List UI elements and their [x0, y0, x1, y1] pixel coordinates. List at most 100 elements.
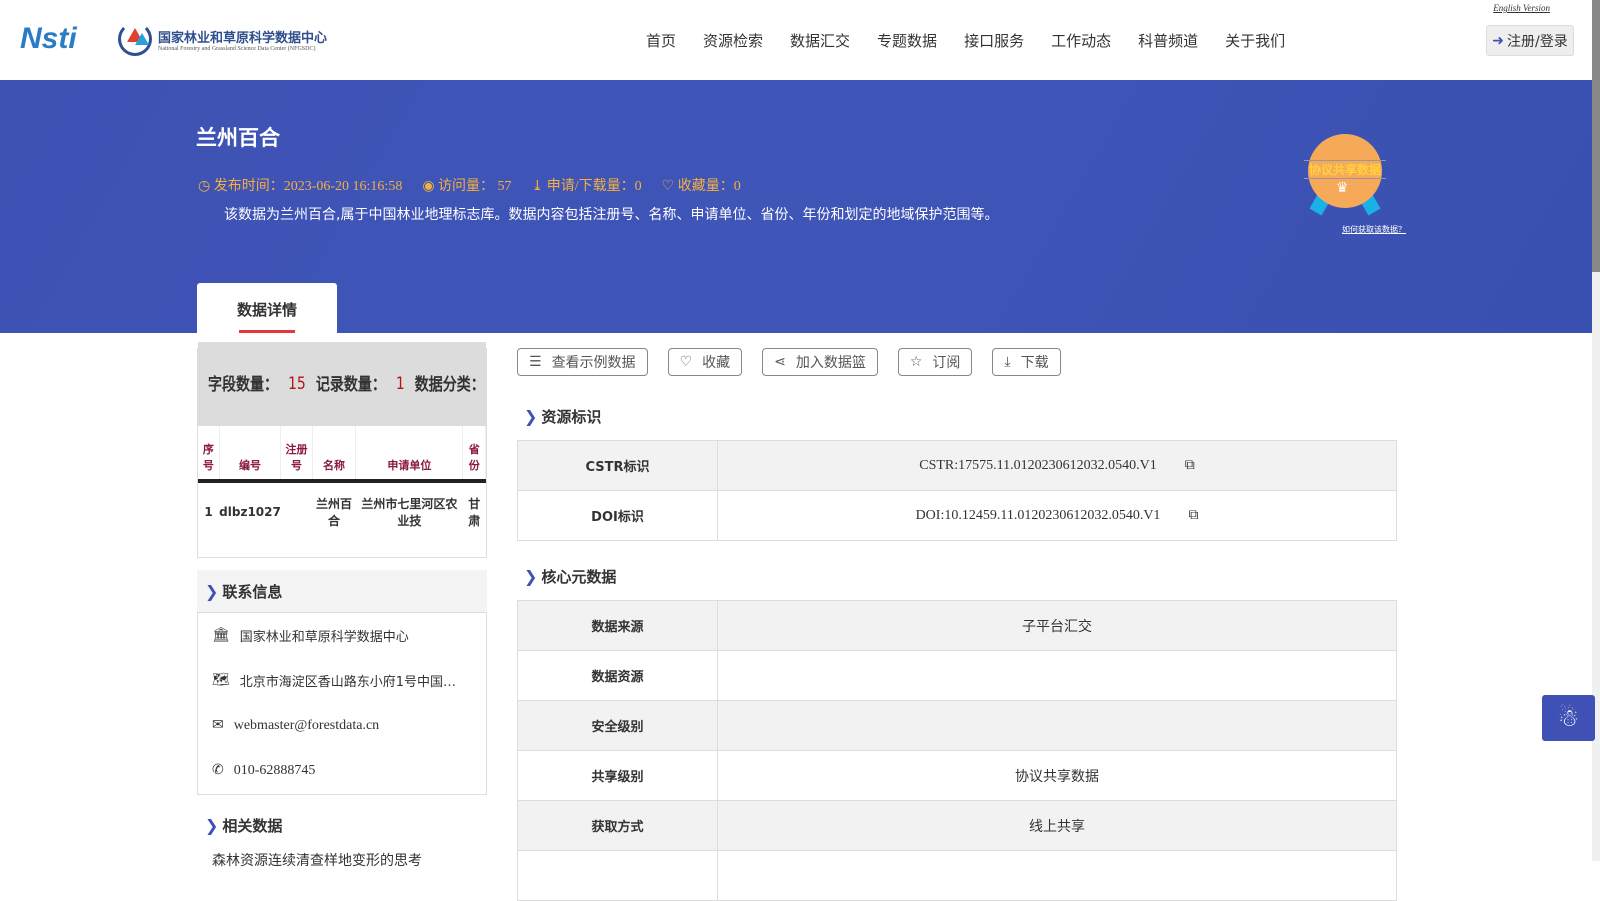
nav-submit[interactable]: 数据汇交 — [790, 30, 850, 51]
cell — [281, 481, 312, 541]
col-header: 名称 — [312, 419, 357, 483]
visits: ◉ 访问量： 57 — [422, 175, 511, 195]
dataset-banner: 兰州百合 ◷ 发布时间：2023-06-20 16:16:58 ◉ 访问量： 5… — [0, 80, 1592, 333]
data-preview-image: 字段数量： 15 记录数量： 1 数据分类： 序号 编号 注册号 名称 申请单位 省份 1 dl… — [197, 342, 487, 558]
badge-label: 协议共享数据 — [1304, 160, 1386, 179]
english-version-link[interactable]: English Version — [1493, 3, 1550, 13]
phone-icon: ✆ — [212, 763, 224, 778]
heart-icon: ♡ — [661, 179, 678, 194]
subscribe-button[interactable]: ☆ 订阅 — [897, 348, 973, 376]
nav-news[interactable]: 工作动态 — [1051, 30, 1111, 51]
cell: 兰州百合 — [316, 497, 353, 528]
contact-title: 联系信息 — [222, 582, 283, 601]
dataset-description: 该数据为兰州百合,属于中国林业地理标志库。数据内容包括注册号、名称、申请单位、省… — [224, 207, 999, 223]
org-name-en: National Forestry and Grassland Science … — [158, 45, 316, 52]
identity-table: CSTR标识 CSTR:17575.11.0120230612032.0540.V… — [517, 440, 1397, 541]
nav-api[interactable]: 接口服务 — [964, 30, 1024, 51]
table-row: 安全级别 — [517, 700, 1397, 751]
action-bar: ☰ 查看示例数据 ♡ 收藏 ⋖ 加入数据篮 ☆ 订阅 ⤓ 下载 — [517, 348, 1061, 376]
login-button[interactable]: ➜ 注册/登录 — [1486, 25, 1574, 56]
col-header: 注册号 — [280, 419, 313, 483]
download-icon: ⤓ — [531, 179, 547, 194]
favorites-text: 收藏量：0 — [677, 179, 741, 194]
identity-heading: ❯ 资源标识 — [524, 406, 601, 427]
table-row: CSTR标识 CSTR:17575.11.0120230612032.0540.V… — [517, 440, 1397, 491]
download-button[interactable]: ⤓ 下载 — [992, 348, 1061, 376]
chevron-right-icon: ❯ — [205, 581, 219, 601]
downloads: ⤓ 申请/下载量：0 — [532, 175, 642, 195]
cell: 甘肃 — [468, 497, 481, 528]
envelope-icon: ✉ — [212, 718, 224, 733]
contact-info: 🏛 国家林业和草原科学数据中心 🗺 北京市海淀区香山路东小府1号中国… ✉ webma… — [197, 612, 487, 795]
header: Nsti 国家林业和草原科学数据中心 National Forestry and… — [0, 0, 1592, 80]
col-header: 序号 — [198, 419, 220, 483]
nav-topics[interactable]: 专题数据 — [877, 30, 937, 51]
field-count: 15 — [288, 374, 306, 394]
value-cell: 线上共享 — [717, 800, 1397, 851]
key-cell: 安全级别 — [517, 700, 718, 751]
table-row: 共享级别 协议共享数据 — [517, 750, 1397, 801]
value-cell — [717, 650, 1397, 701]
contact-address: 🗺 北京市海淀区香山路东小府1号中国… — [198, 658, 486, 703]
subscribe-label: 订阅 — [932, 355, 961, 371]
value-cell: DOI:10.12459.11.0120230612032.0540.V1 ⧉ — [717, 490, 1397, 541]
share-badge: 协议共享数据 ♛ — [1304, 134, 1386, 216]
scrollbar-thumb[interactable] — [1592, 0, 1600, 272]
email-text[interactable]: webmaster@forestdata.cn — [234, 718, 379, 734]
sign-in-icon: ➜ — [1492, 32, 1504, 49]
table-row: 获取方式 线上共享 — [517, 800, 1397, 851]
qq-chat-button[interactable]: ☃ — [1542, 695, 1595, 741]
nav-science[interactable]: 科普频道 — [1138, 30, 1198, 51]
downloads-text: 申请/下载量：0 — [546, 179, 642, 194]
core-title: 核心元数据 — [541, 568, 617, 586]
key-cell: DOI标识 — [517, 490, 718, 541]
related-item[interactable]: 森林资源连续清查样地变形的思考 — [212, 850, 422, 870]
tab-data-details[interactable]: 数据详情 — [197, 283, 337, 333]
key-cell: 数据来源 — [517, 600, 718, 651]
nav-about[interactable]: 关于我们 — [1225, 30, 1285, 51]
field-count-label: 字段数量： — [208, 375, 278, 395]
nfgsdc-logo[interactable]: 国家林业和草原科学数据中心 National Forestry and Gras… — [118, 22, 327, 56]
clock-icon: ◷ — [198, 179, 214, 194]
core-metadata-table: 数据来源 子平台汇交 数据资源 安全级别 共享级别 协议共享数据 获取方式 线上共享 — [517, 600, 1397, 901]
copy-icon[interactable]: ⧉ — [1185, 458, 1195, 473]
heart-icon: ♡ — [679, 354, 693, 370]
table-row — [517, 850, 1397, 901]
favorite-button[interactable]: ♡ 收藏 — [667, 348, 743, 376]
record-count: 1 — [395, 374, 405, 394]
dataset-title: 兰州百合 — [196, 126, 280, 150]
favorites: ♡ 收藏量：0 — [662, 175, 741, 195]
chevron-right-icon: ❯ — [524, 407, 538, 426]
copy-icon[interactable]: ⧉ — [1188, 508, 1198, 523]
how-to-get-link[interactable]: 如何获取该数据？ — [1342, 224, 1406, 235]
crown-icon: ♛ — [1336, 181, 1349, 196]
cell: dlbz1027 — [219, 505, 281, 519]
contact-phone: ✆ 010-62888745 — [198, 748, 486, 793]
nav-search[interactable]: 资源检索 — [703, 30, 763, 51]
category-label: 数据分类： — [414, 375, 485, 395]
download-label: 下载 — [1020, 355, 1049, 371]
nsti-logo[interactable]: Nsti — [20, 22, 77, 56]
nav-home[interactable]: 首页 — [646, 30, 676, 51]
contact-email: ✉ webmaster@forestdata.cn — [198, 703, 486, 748]
tree-logo-icon — [118, 22, 152, 56]
add-to-basket-button[interactable]: ⋖ 加入数据篮 — [762, 348, 878, 376]
visits-text: 访问量： 57 — [438, 179, 512, 194]
preview-table: 序号 编号 注册号 名称 申请单位 省份 1 dlbz1027 兰州百合 兰州市七里河区农业技甘… — [198, 419, 486, 541]
doi-value: DOI:10.12459.11.0120230612032.0540.V1 — [915, 507, 1161, 523]
address-text: 北京市海淀区香山路东小府1号中国… — [239, 675, 457, 690]
key-cell: 共享级别 — [517, 750, 718, 801]
cell: 1 — [204, 505, 213, 519]
publish-time-text: 发布时间：2023-06-20 16:16:58 — [213, 179, 403, 194]
key-cell: CSTR标识 — [517, 440, 718, 491]
table-row: DOI标识 DOI:10.12459.11.0120230612032.0540.… — [517, 490, 1397, 541]
contact-heading: ❯ 联系信息 — [197, 570, 487, 612]
phone-text: 010-62888745 — [233, 762, 316, 778]
org-text: 国家林业和草原科学数据中心 — [239, 630, 409, 645]
related-title: 相关数据 — [222, 817, 283, 835]
org-name-cn: 国家林业和草原科学数据中心 — [158, 30, 328, 46]
value-cell: 子平台汇交 — [717, 600, 1397, 651]
view-sample-button[interactable]: ☰ 查看示例数据 — [517, 348, 648, 376]
key-cell: 数据资源 — [517, 650, 718, 701]
value-cell: 协议共享数据 — [717, 750, 1397, 801]
